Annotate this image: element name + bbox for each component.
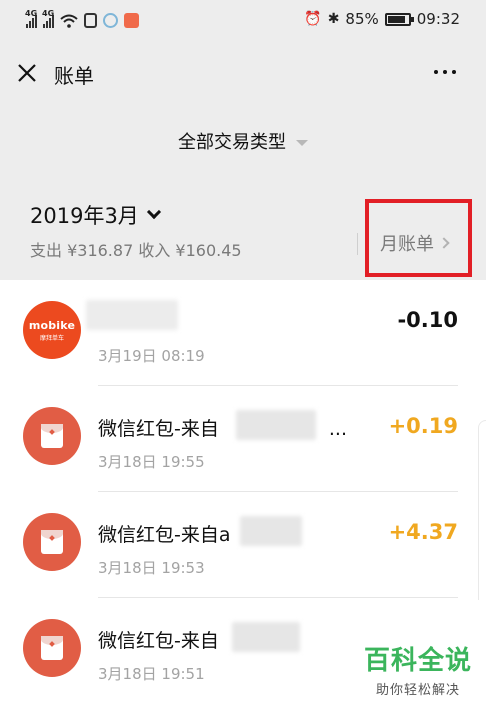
- more-icon[interactable]: [434, 70, 456, 74]
- caret-down-icon: [296, 139, 308, 146]
- scroll-edge: [478, 420, 486, 600]
- nfc-icon: [84, 13, 97, 28]
- list-item[interactable]: mobike 摩拜单车 3月19日 08:19 -0.10: [0, 280, 486, 386]
- transaction-list: mobike 摩拜单车 3月19日 08:19 -0.10 微信红包-来自...…: [0, 280, 486, 702]
- transaction-type-filter[interactable]: 全部交易类型: [0, 107, 486, 175]
- transaction-name: 微信红包-来自a: [98, 524, 231, 546]
- battery-fill: [387, 15, 405, 23]
- red-packet-icon: [23, 619, 81, 677]
- watermark-subtitle: 助你轻松解决: [375, 683, 460, 698]
- network-type: 4G: [25, 9, 38, 18]
- filter-label: 全部交易类型: [178, 132, 286, 153]
- redacted-name: [236, 410, 316, 440]
- transaction-amount: +4.37: [388, 520, 458, 544]
- watermark-logo: 百科全说 助你轻松解决: [364, 640, 472, 698]
- month-totals: 支出 ¥316.87 收入 ¥160.45: [30, 241, 242, 260]
- month-title: 2019年3月: [30, 204, 139, 228]
- list-item[interactable]: 微信红包-来自... 3月18日 19:55 +0.19: [0, 386, 486, 492]
- mobike-logo-subtext: 摩拜单车: [39, 334, 64, 342]
- header-bar: 账单: [0, 40, 486, 107]
- status-bar: 4G 4G ⏰ ✱ 85% 09:32: [0, 0, 486, 40]
- redacted-name: [86, 300, 178, 330]
- mobike-logo: mobike 摩拜单车: [23, 301, 81, 359]
- watermark-title: 百科全说: [363, 646, 472, 676]
- status-left: 4G 4G: [25, 9, 139, 28]
- alarm-icon: ⏰: [304, 11, 322, 27]
- redacted-name: [240, 516, 302, 546]
- red-packet-icon: [23, 513, 81, 571]
- status-right: ⏰ ✱ 85% 09:32: [304, 10, 460, 28]
- transaction-name: 微信红包-来自: [98, 630, 219, 652]
- clock: 09:32: [416, 10, 460, 28]
- battery-icon: [384, 12, 414, 26]
- chevron-down-icon: [146, 204, 161, 220]
- red-packet-icon: [23, 407, 81, 465]
- redacted-name: [232, 622, 300, 652]
- app-notification-icon: [103, 13, 118, 28]
- mobike-logo-text: mobike: [28, 318, 76, 332]
- network-type-2: 4G: [42, 9, 55, 18]
- transaction-amount: -0.10: [397, 308, 458, 332]
- transaction-date: 3月19日 08:19: [98, 347, 205, 365]
- list-item[interactable]: 微信红包-来自a 3月18日 19:53 +4.37: [0, 492, 486, 598]
- divider: [357, 233, 358, 255]
- app-notification-icon-2: [124, 13, 139, 28]
- battery-percent: 85%: [345, 10, 379, 28]
- cell-signal-icon: 4G: [25, 9, 38, 28]
- page-title: 账单: [54, 64, 94, 88]
- month-selector[interactable]: 2019年3月: [30, 200, 161, 230]
- bluetooth-icon: ✱: [327, 11, 340, 27]
- transaction-amount: +0.19: [388, 414, 458, 438]
- transaction-date: 3月18日 19:55: [98, 453, 205, 471]
- transaction-date: 3月18日 19:51: [98, 665, 205, 683]
- highlight-annotation-box: [365, 199, 472, 277]
- close-icon[interactable]: [14, 60, 40, 86]
- transaction-date: 3月18日 19:53: [98, 559, 205, 577]
- wifi-icon: [60, 14, 78, 28]
- cell-signal-icon-2: 4G: [42, 9, 55, 28]
